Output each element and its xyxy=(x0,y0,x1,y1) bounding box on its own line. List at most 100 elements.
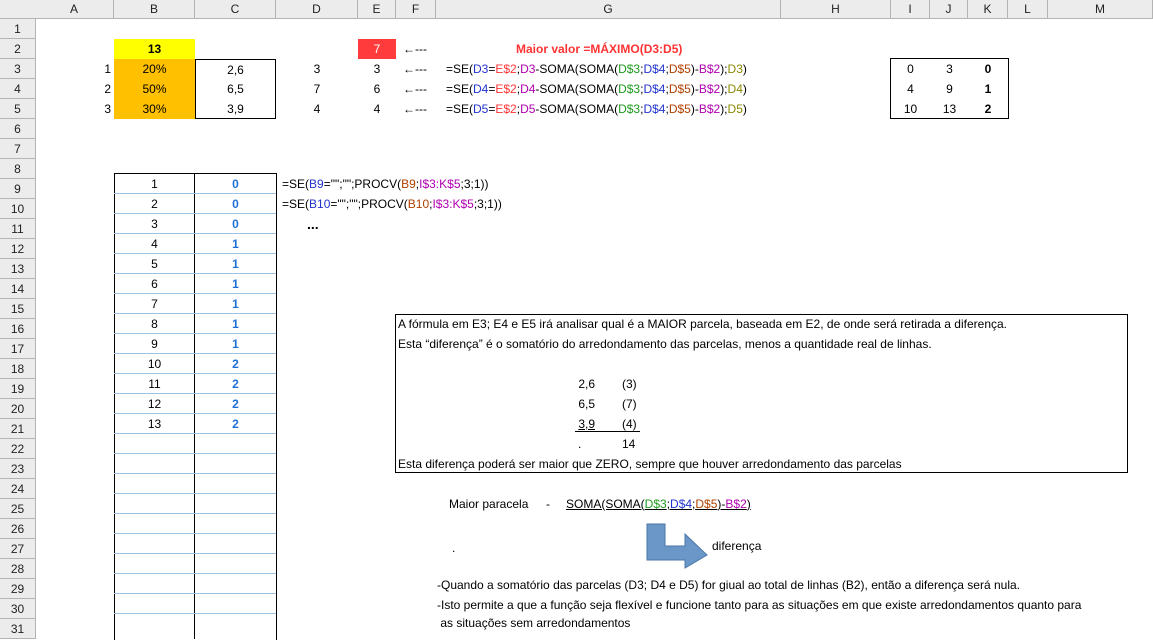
row-header-2[interactable]: 2 xyxy=(0,39,35,59)
row-header-4[interactable]: 4 xyxy=(0,79,35,99)
col-header-g[interactable]: G xyxy=(436,0,781,18)
cell-c11[interactable]: 0 xyxy=(195,214,276,234)
cell-b15[interactable]: 7 xyxy=(114,294,195,314)
cell-b5[interactable]: 30% xyxy=(114,99,195,119)
cell-c18[interactable]: 2 xyxy=(195,354,276,374)
col-header-f[interactable]: F xyxy=(396,0,436,18)
cell-e4[interactable]: 6 xyxy=(358,79,396,99)
lookup-cell[interactable]: 13 xyxy=(930,99,969,119)
formula-token: D$3 xyxy=(618,62,641,76)
row-header-1[interactable]: 1 xyxy=(0,19,35,39)
cell-b9[interactable]: 1 xyxy=(114,174,195,194)
col-header-i[interactable]: I xyxy=(891,0,930,18)
cell-b13[interactable]: 5 xyxy=(114,254,195,274)
cell-b18[interactable]: 10 xyxy=(114,354,195,374)
lookup-cell[interactable]: 4 xyxy=(891,79,930,99)
row-header-28[interactable]: 28 xyxy=(0,559,35,579)
lookup-cell[interactable]: 1 xyxy=(968,79,1008,99)
col-header-j[interactable]: J xyxy=(930,0,968,18)
row-header-18[interactable]: 18 xyxy=(0,359,35,379)
row-header-3[interactable]: 3 xyxy=(0,59,35,79)
row-header-21[interactable]: 21 xyxy=(0,419,35,439)
cell-b12[interactable]: 4 xyxy=(114,234,195,254)
row-header-8[interactable]: 8 xyxy=(0,159,35,179)
col-header-l[interactable]: L xyxy=(1008,0,1048,18)
cell-c10[interactable]: 0 xyxy=(195,194,276,214)
cell-c13[interactable]: 1 xyxy=(195,254,276,274)
cell-d4[interactable]: 7 xyxy=(276,79,358,99)
cell-b4[interactable]: 50% xyxy=(114,79,195,99)
col-header-d[interactable]: D xyxy=(276,0,358,18)
row-header-13[interactable]: 13 xyxy=(0,259,35,279)
row-header-17[interactable]: 17 xyxy=(0,339,35,359)
row-header-29[interactable]: 29 xyxy=(0,579,35,599)
cell-e5[interactable]: 4 xyxy=(358,99,396,119)
cell-c5[interactable]: 3,9 xyxy=(195,99,276,119)
cell-a3[interactable]: 1 xyxy=(35,59,111,79)
row-header-26[interactable]: 26 xyxy=(0,519,35,539)
lookup-cell[interactable]: 3 xyxy=(930,59,969,79)
col-header-h[interactable]: H xyxy=(781,0,891,18)
cell-b11[interactable]: 3 xyxy=(114,214,195,234)
cell-b16[interactable]: 8 xyxy=(114,314,195,334)
row-header-14[interactable]: 14 xyxy=(0,279,35,299)
row-header-9[interactable]: 9 xyxy=(0,179,35,199)
col-header-e[interactable]: E xyxy=(358,0,396,18)
row-header-27[interactable]: 27 xyxy=(0,539,35,559)
cell-c16[interactable]: 1 xyxy=(195,314,276,334)
row-header-15[interactable]: 15 xyxy=(0,299,35,319)
row-header-19[interactable]: 19 xyxy=(0,379,35,399)
row-header-6[interactable]: 6 xyxy=(0,119,35,139)
cell-a4[interactable]: 2 xyxy=(35,79,111,99)
row-header-5[interactable]: 5 xyxy=(0,99,35,119)
row-header-12[interactable]: 12 xyxy=(0,239,35,259)
lookup-cell[interactable]: 0 xyxy=(891,59,930,79)
cell-c20[interactable]: 2 xyxy=(195,394,276,414)
cell-b20[interactable]: 12 xyxy=(114,394,195,414)
col-header-b[interactable]: B xyxy=(114,0,195,18)
cell-c17[interactable]: 1 xyxy=(195,334,276,354)
lookup-cell[interactable]: 0 xyxy=(968,59,1008,79)
cell-c3[interactable]: 2,6 xyxy=(195,59,276,79)
cell-e2[interactable]: 7 xyxy=(358,39,396,59)
lookup-cell[interactable]: 2 xyxy=(968,99,1008,119)
note-line-2: Esta “diferença” é o somatório do arredo… xyxy=(398,337,932,351)
row-header-20[interactable]: 20 xyxy=(0,399,35,419)
row-header-22[interactable]: 22 xyxy=(0,439,35,459)
cell-c4[interactable]: 6,5 xyxy=(195,79,276,99)
cell-d3[interactable]: 3 xyxy=(276,59,358,79)
cell-c9[interactable]: 0 xyxy=(195,174,276,194)
cell-c12[interactable]: 1 xyxy=(195,234,276,254)
cell-b21[interactable]: 13 xyxy=(114,414,195,434)
cell-b2[interactable]: 13 xyxy=(114,39,195,59)
row-header-23[interactable]: 23 xyxy=(0,459,35,479)
row-header-7[interactable]: 7 xyxy=(0,139,35,159)
cell-c14[interactable]: 1 xyxy=(195,274,276,294)
formula-token: =SE( xyxy=(446,62,474,76)
cell-c21[interactable]: 2 xyxy=(195,414,276,434)
row-header-11[interactable]: 11 xyxy=(0,219,35,239)
cell-e3[interactable]: 3 xyxy=(358,59,396,79)
col-header-m[interactable]: M xyxy=(1048,0,1153,18)
row-header-24[interactable]: 24 xyxy=(0,479,35,499)
row-header-30[interactable]: 30 xyxy=(0,599,35,619)
cell-d5[interactable]: 4 xyxy=(276,99,358,119)
cell-c15[interactable]: 1 xyxy=(195,294,276,314)
col-header-k[interactable]: K xyxy=(968,0,1008,18)
cell-a5[interactable]: 3 xyxy=(35,99,111,119)
lookup-cell[interactable]: 10 xyxy=(891,99,930,119)
lookup-cell[interactable]: 9 xyxy=(930,79,969,99)
cell-b19[interactable]: 11 xyxy=(114,374,195,394)
note-bottom-2: -Isto permite a que a função seja flexív… xyxy=(437,598,1082,612)
col-header-c[interactable]: C xyxy=(195,0,276,18)
row-header-16[interactable]: 16 xyxy=(0,319,35,339)
cell-b10[interactable]: 2 xyxy=(114,194,195,214)
cell-b17[interactable]: 9 xyxy=(114,334,195,354)
row-header-31[interactable]: 31 xyxy=(0,619,35,639)
row-header-25[interactable]: 25 xyxy=(0,499,35,519)
cell-b3[interactable]: 20% xyxy=(114,59,195,79)
cell-b14[interactable]: 6 xyxy=(114,274,195,294)
col-header-a[interactable]: A xyxy=(35,0,114,18)
cell-c19[interactable]: 2 xyxy=(195,374,276,394)
row-header-10[interactable]: 10 xyxy=(0,199,35,219)
